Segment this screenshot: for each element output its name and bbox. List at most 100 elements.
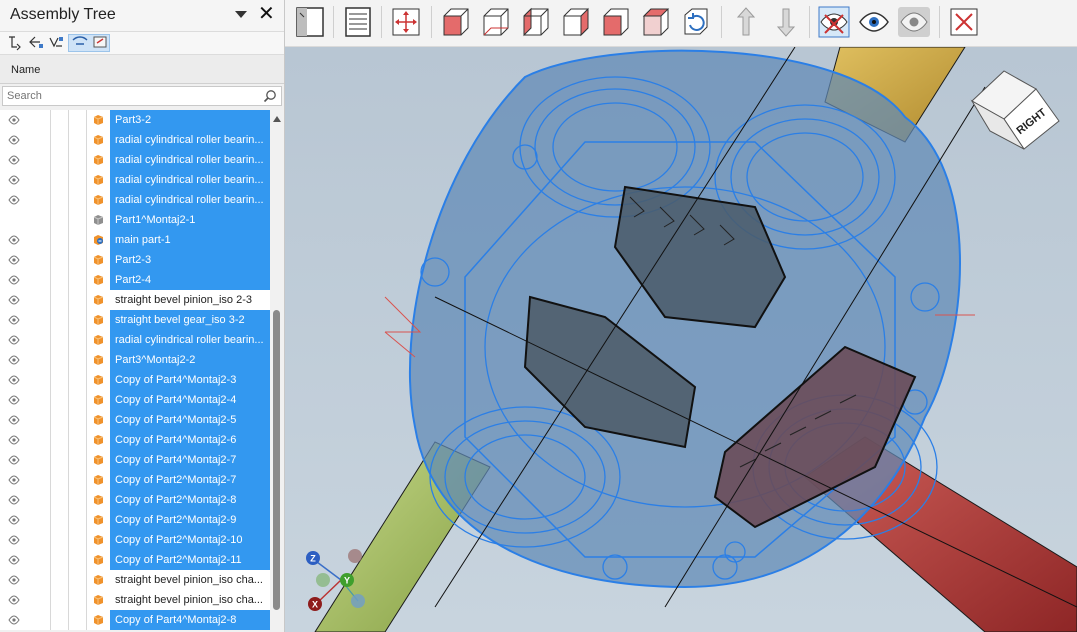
close-button[interactable] <box>947 5 981 39</box>
visibility-eye-icon[interactable] <box>8 315 20 325</box>
view-left-button[interactable] <box>519 5 553 39</box>
collapse-tree-icon[interactable] <box>27 34 45 51</box>
tree-row[interactable]: Copy of Part4^Montaj2-7 <box>0 450 270 470</box>
expand-tree-icon[interactable] <box>7 34 25 51</box>
part-icon <box>93 295 104 305</box>
triad-z-label: Z <box>310 554 316 564</box>
tree-row[interactable]: radial cylindrical roller bearin... <box>0 150 270 170</box>
chevron-down-icon[interactable] <box>235 11 247 18</box>
search-box[interactable] <box>2 86 282 106</box>
visibility-eye-icon[interactable] <box>8 255 20 265</box>
visibility-eye-icon[interactable] <box>8 235 20 245</box>
visibility-eye-icon[interactable] <box>8 555 20 565</box>
tree-row[interactable]: straight bevel pinion_iso cha... <box>0 570 270 590</box>
scroll-up-icon[interactable] <box>273 116 281 122</box>
tree-row[interactable]: Copy of Part4^Montaj2-8 <box>0 610 270 630</box>
part-icon <box>93 355 104 365</box>
show-all-button[interactable] <box>897 5 931 39</box>
visibility-eye-icon[interactable] <box>8 535 20 545</box>
visibility-eye-icon[interactable] <box>8 415 20 425</box>
tree-row[interactable]: Copy of Part4^Montaj2-4 <box>0 390 270 410</box>
tree-row[interactable]: radial cylindrical roller bearin... <box>0 170 270 190</box>
visibility-eye-icon[interactable] <box>8 335 20 345</box>
view-cube[interactable]: RIGHT <box>964 61 1064 153</box>
view-front-button[interactable] <box>439 5 473 39</box>
tree-row[interactable]: radial cylindrical roller bearin... <box>0 130 270 150</box>
assembly-icon <box>94 235 103 245</box>
fit-view-button[interactable] <box>389 5 423 39</box>
tree-guide-line <box>86 490 87 510</box>
tree-scrollbar[interactable] <box>270 110 284 630</box>
tree-row[interactable]: Part1^Montaj2-1 <box>0 210 270 230</box>
column-header[interactable]: Name <box>0 55 284 84</box>
properties-button[interactable] <box>341 5 375 39</box>
highlight-filter-icon[interactable] <box>91 34 109 51</box>
visibility-eye-icon[interactable] <box>8 515 20 525</box>
tree-row[interactable]: straight bevel pinion_iso 2-3 <box>0 290 270 310</box>
tree-row[interactable]: Copy of Part2^Montaj2-11 <box>0 550 270 570</box>
tree-row[interactable]: Copy of Part2^Montaj2-9 <box>0 510 270 530</box>
visibility-eye-icon[interactable] <box>8 295 20 305</box>
visibility-eye-icon[interactable] <box>8 175 20 185</box>
tree-row[interactable]: Part2-3 <box>0 250 270 270</box>
visibility-eye-icon[interactable] <box>8 115 20 125</box>
tree-row-label: Copy of Part4^Montaj2-5 <box>110 410 270 430</box>
visibility-eye-icon[interactable] <box>8 615 20 625</box>
tree-row[interactable]: Copy of Part4^Montaj2-3 <box>0 370 270 390</box>
3d-viewport[interactable]: RIGHT Z Y X <box>285 47 1077 632</box>
tree-row[interactable]: radial cylindrical roller bearin... <box>0 190 270 210</box>
tree-row[interactable]: radial cylindrical roller bearin... <box>0 330 270 350</box>
tree-guide-line <box>68 350 69 370</box>
tree-row[interactable]: main part-1 <box>0 230 270 250</box>
tree-row[interactable]: Copy of Part2^Montaj2-8 <box>0 490 270 510</box>
visibility-eye-icon[interactable] <box>8 395 20 405</box>
view-bottom-button[interactable] <box>639 5 673 39</box>
sync-tree-icon[interactable] <box>47 34 65 51</box>
visibility-eye-icon[interactable] <box>8 435 20 445</box>
rotate-view-button[interactable] <box>679 5 713 39</box>
panel-toggle-button[interactable] <box>293 5 327 39</box>
tree-guide-line <box>50 210 51 230</box>
visibility-eye-icon[interactable] <box>8 375 20 385</box>
view-top-button[interactable] <box>599 5 633 39</box>
view-right-button[interactable] <box>559 5 593 39</box>
visibility-eye-icon[interactable] <box>8 275 20 285</box>
view-back-button[interactable] <box>479 5 513 39</box>
hide-selected-button[interactable] <box>817 5 851 39</box>
visibility-eye-icon[interactable] <box>8 135 20 145</box>
visibility-eye-icon[interactable] <box>8 495 20 505</box>
tree-row[interactable]: Copy of Part4^Montaj2-5 <box>0 410 270 430</box>
scrollbar-thumb[interactable] <box>273 310 280 610</box>
visibility-eye-icon[interactable] <box>8 155 20 165</box>
tree-guide-line <box>86 390 87 410</box>
visibility-eye-icon[interactable] <box>8 455 20 465</box>
assembly-tree-panel: Assembly Tree ✕ Name Part3-2radial cylin… <box>0 0 285 632</box>
show-button[interactable] <box>857 5 891 39</box>
visibility-eye-icon[interactable] <box>8 355 20 365</box>
tree-guide-line <box>86 610 87 630</box>
tree-row[interactable]: Part3-2 <box>0 110 270 130</box>
tree-row[interactable]: Copy of Part2^Montaj2-10 <box>0 530 270 550</box>
tree-row[interactable]: Copy of Part2^Montaj2-7 <box>0 470 270 490</box>
select-filter-icon[interactable] <box>71 34 89 51</box>
explode-up-button[interactable] <box>729 5 763 39</box>
tree-guide-line <box>68 470 69 490</box>
search-icon[interactable] <box>263 89 277 103</box>
visibility-eye-icon[interactable] <box>8 195 20 205</box>
explode-down-button[interactable] <box>769 5 803 39</box>
part-icon <box>93 595 104 605</box>
tree-row[interactable]: Part2-4 <box>0 270 270 290</box>
tree-row[interactable]: straight bevel pinion_iso cha... <box>0 590 270 610</box>
tree-row[interactable]: Part3^Montaj2-2 <box>0 350 270 370</box>
visibility-eye-icon[interactable] <box>8 595 20 605</box>
tree-guide-line <box>68 150 69 170</box>
tree-row-label: Copy of Part4^Montaj2-3 <box>110 370 270 390</box>
search-input[interactable] <box>7 89 255 103</box>
visibility-eye-icon[interactable] <box>8 475 20 485</box>
tree-guide-line <box>50 370 51 390</box>
visibility-eye-icon[interactable] <box>8 575 20 585</box>
tree-row[interactable]: straight bevel gear_iso 3-2 <box>0 310 270 330</box>
close-icon[interactable]: ✕ <box>258 3 275 25</box>
tree-row[interactable]: Copy of Part4^Montaj2-6 <box>0 430 270 450</box>
tree-guide-line <box>68 570 69 590</box>
